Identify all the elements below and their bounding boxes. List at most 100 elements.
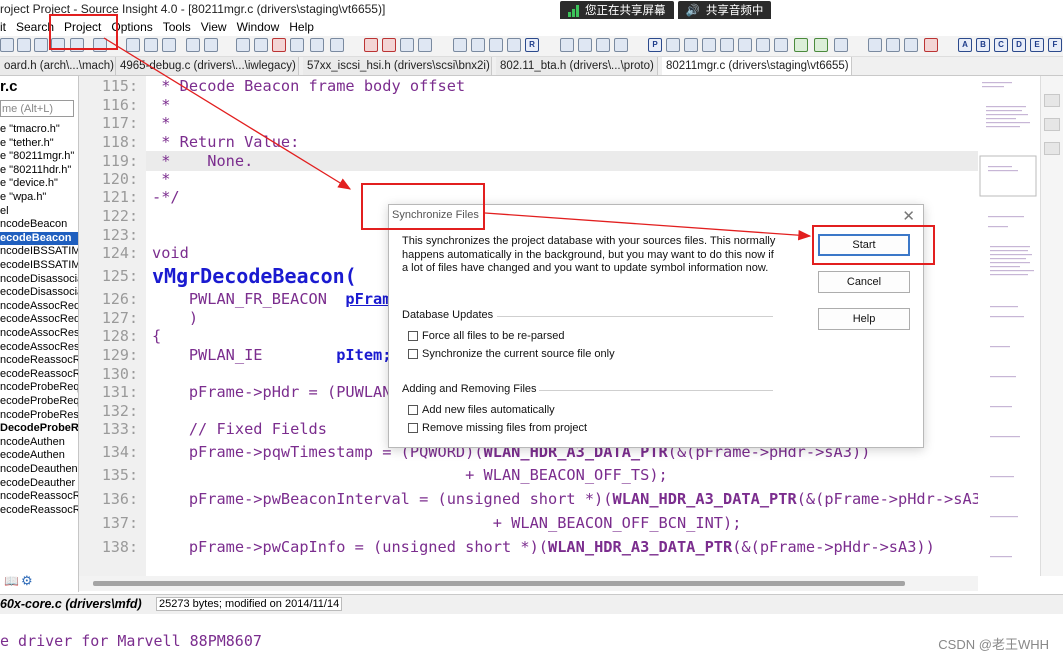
checkbox[interactable] bbox=[408, 423, 418, 433]
undo-icon[interactable] bbox=[186, 38, 200, 52]
symbol-list-icon[interactable] bbox=[702, 38, 716, 52]
symbol-item[interactable]: ncodeReassocRe bbox=[0, 354, 78, 368]
tab-80211mgr-c[interactable]: 80211mgr.c (drivers\staging\vt6655) bbox=[662, 57, 852, 75]
scroll-button[interactable] bbox=[1044, 118, 1060, 131]
symbol-item[interactable]: ecodeDisassocia bbox=[0, 286, 78, 300]
relation-window-icon[interactable] bbox=[489, 38, 503, 52]
replace-icon[interactable] bbox=[310, 38, 324, 52]
symbol-item[interactable]: ncodeProbeReq bbox=[0, 381, 78, 395]
symbol-item[interactable]: ecodeAssocReq bbox=[0, 313, 78, 327]
symbol-item[interactable]: ncodeReassocRe bbox=[0, 490, 78, 504]
save-icon[interactable] bbox=[34, 38, 48, 52]
vertical-scrollbar[interactable] bbox=[1040, 76, 1063, 576]
tab-board-h[interactable]: oard.h (arch\...\mach) bbox=[0, 57, 116, 75]
bookmark-icon[interactable] bbox=[364, 38, 378, 52]
cut-icon[interactable] bbox=[126, 38, 140, 52]
cancel-button[interactable]: Cancel bbox=[818, 271, 910, 293]
folder-icon[interactable] bbox=[17, 38, 31, 52]
symbol-item[interactable]: ncodeDisassocia bbox=[0, 273, 78, 287]
symbol-item[interactable]: ecodeProbeReq bbox=[0, 395, 78, 409]
style-b-icon[interactable]: B bbox=[976, 38, 990, 52]
screen-share-indicator[interactable]: 您正在共享屏幕 bbox=[560, 1, 674, 21]
symbol-window-icon[interactable] bbox=[453, 38, 467, 52]
symbol-item[interactable]: ncodeProbeRes bbox=[0, 409, 78, 423]
tool-a-icon[interactable] bbox=[720, 38, 734, 52]
menu-search[interactable]: Search bbox=[11, 19, 59, 36]
list-icon[interactable] bbox=[904, 38, 918, 52]
symbol-item[interactable]: ncodeAssocResp bbox=[0, 327, 78, 341]
menu-tools[interactable]: Tools bbox=[158, 19, 196, 36]
tool-d-icon[interactable] bbox=[774, 38, 788, 52]
tool-b-icon[interactable] bbox=[738, 38, 752, 52]
help-button[interactable]: Help bbox=[818, 308, 910, 330]
browse-icon[interactable]: P bbox=[648, 38, 662, 52]
find-icon[interactable] bbox=[236, 38, 250, 52]
delete-icon[interactable] bbox=[924, 38, 938, 52]
symbol-item[interactable]: ecodeAuthen bbox=[0, 449, 78, 463]
force-reparse-option[interactable]: Force all files to be re-parsed bbox=[408, 330, 564, 342]
scroll-button[interactable] bbox=[1044, 94, 1060, 107]
book-icon[interactable]: 📖 bbox=[4, 574, 19, 588]
audio-share-indicator[interactable]: 🔊 共享音频中 bbox=[677, 1, 772, 21]
add-icon[interactable] bbox=[868, 38, 882, 52]
tab-57xx-iscsi-hsi-h[interactable]: 57xx_iscsi_hsi.h (drivers\scsi\bnx2i) bbox=[303, 57, 492, 75]
scroll-thumb[interactable] bbox=[93, 581, 905, 586]
outline-icon[interactable] bbox=[684, 38, 698, 52]
style-d-icon[interactable]: D bbox=[1012, 38, 1026, 52]
menu-view[interactable]: View bbox=[196, 19, 232, 36]
plant-icon[interactable] bbox=[814, 38, 828, 52]
open-icon[interactable] bbox=[0, 38, 14, 52]
style-a-icon[interactable]: A bbox=[958, 38, 972, 52]
tab-4965-debug-c[interactable]: 4965-debug.c (drivers\...\iwlegacy) bbox=[116, 57, 299, 75]
scroll-button[interactable] bbox=[1044, 142, 1060, 155]
symbol-item[interactable]: ncodeBeacon bbox=[0, 218, 78, 232]
symbol-item[interactable]: ncodeDeauthen bbox=[0, 463, 78, 477]
layout-3-icon[interactable] bbox=[596, 38, 610, 52]
menu-edit[interactable]: it bbox=[0, 19, 11, 36]
layout-4-icon[interactable] bbox=[614, 38, 628, 52]
sync-current-file-option[interactable]: Synchronize the current source file only bbox=[408, 348, 615, 360]
refresh-icon[interactable]: R bbox=[525, 38, 539, 52]
tool-c-icon[interactable] bbox=[756, 38, 770, 52]
start-button[interactable]: Start bbox=[818, 234, 910, 256]
gear-icon[interactable]: ⚙ bbox=[21, 573, 33, 589]
style-e-icon[interactable]: E bbox=[1030, 38, 1044, 52]
close-file-icon[interactable] bbox=[70, 38, 84, 52]
symbol-item[interactable]: e "tmacro.h" bbox=[0, 123, 78, 137]
symbol-item[interactable]: ncodeAssocReq bbox=[0, 300, 78, 314]
checkbox[interactable] bbox=[408, 331, 418, 341]
context-window-icon[interactable] bbox=[471, 38, 485, 52]
style-c-icon[interactable]: C bbox=[994, 38, 1008, 52]
sync-icon[interactable] bbox=[666, 38, 680, 52]
code-minimap[interactable] bbox=[978, 76, 1038, 576]
add-new-files-option[interactable]: Add new files automatically bbox=[408, 404, 555, 416]
symbol-item[interactable]: ecodeBeacon bbox=[0, 231, 78, 246]
menu-project[interactable]: Project bbox=[59, 19, 106, 36]
lookup-icon[interactable] bbox=[330, 38, 344, 52]
paste-icon[interactable] bbox=[162, 38, 176, 52]
grid-icon[interactable] bbox=[834, 38, 848, 52]
find-prev-icon[interactable] bbox=[254, 38, 268, 52]
symbol-item[interactable]: e "80211mgr.h" bbox=[0, 150, 78, 164]
symbol-item[interactable]: ecodeIBSSATIM bbox=[0, 259, 78, 273]
tab-80211-bta-h[interactable]: 802.11_bta.h (drivers\...\proto) bbox=[496, 57, 658, 75]
symbol-item[interactable]: e "wpa.h" bbox=[0, 191, 78, 205]
remove-missing-files-option[interactable]: Remove missing files from project bbox=[408, 422, 587, 434]
bookmark-next-icon[interactable] bbox=[382, 38, 396, 52]
symbol-item[interactable]: el bbox=[0, 205, 78, 219]
print-icon[interactable] bbox=[93, 38, 107, 52]
style-f-icon[interactable]: F bbox=[1048, 38, 1062, 52]
symbol-item[interactable]: e "80211hdr.h" bbox=[0, 164, 78, 178]
find-next-icon[interactable] bbox=[272, 38, 286, 52]
checkbox[interactable] bbox=[408, 349, 418, 359]
bird-icon[interactable] bbox=[794, 38, 808, 52]
close-icon[interactable]: ✕ bbox=[902, 207, 915, 225]
symbol-item[interactable]: ecodeDeauther bbox=[0, 477, 78, 491]
layout-1-icon[interactable] bbox=[560, 38, 574, 52]
symbol-search-input[interactable]: me (Alt+L) bbox=[0, 100, 74, 117]
symbol-item[interactable]: e "tether.h" bbox=[0, 137, 78, 151]
symbol-item[interactable]: ecodeAssocRes bbox=[0, 341, 78, 355]
menu-help[interactable]: Help bbox=[284, 19, 319, 36]
layout-2-icon[interactable] bbox=[578, 38, 592, 52]
go-back-icon[interactable] bbox=[418, 38, 432, 52]
